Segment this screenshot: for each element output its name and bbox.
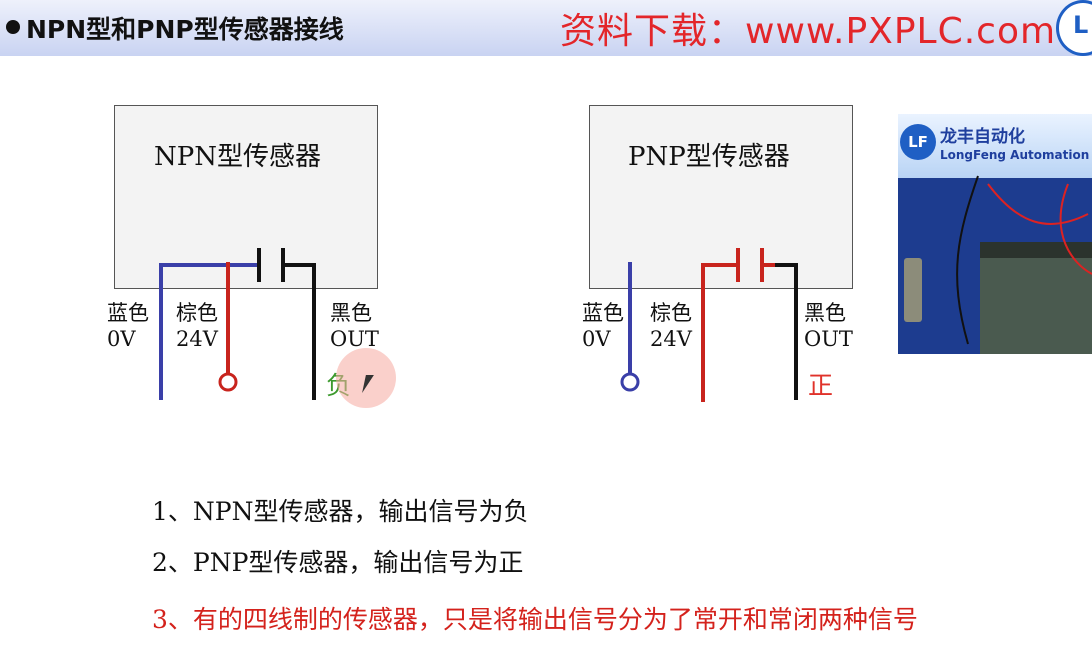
- pnp-black-color-label: 黑色: [804, 301, 846, 325]
- npn-black-wire: [283, 263, 316, 400]
- pnp-blue-value-label: 0V: [582, 327, 611, 351]
- note-four-wire: 3、有的四线制的传感器，只是将输出信号分为了常开和常闭两种信号: [152, 605, 918, 634]
- trainer-photo: LF 龙丰自动化 LongFeng Automation: [898, 114, 1092, 354]
- pnp-brown-color-label: 棕色: [650, 301, 692, 325]
- pnp-brown-wire: [701, 263, 738, 402]
- pnp-black-wire: [775, 263, 798, 400]
- photo-cables: [956, 175, 1092, 345]
- pnp-wiring: [620, 248, 798, 402]
- npn-black-value-label: OUT: [330, 327, 379, 351]
- npn-brown-color-label: 棕色: [176, 301, 218, 325]
- note-npn: 1、NPN型传感器，输出信号为负: [152, 497, 529, 526]
- npn-brown-terminal: [218, 372, 238, 392]
- pnp-black-value-label: OUT: [804, 327, 853, 351]
- pnp-blue-terminal: [620, 372, 640, 392]
- pnp-brown-value-label: 24V: [650, 327, 692, 351]
- npn-black-color-label: 黑色: [330, 301, 372, 325]
- note-pnp: 2、PNP型传感器，输出信号为正: [152, 548, 524, 577]
- npn-brown-value-label: 24V: [176, 327, 218, 351]
- pnp-output-sign: 正: [808, 371, 834, 400]
- npn-blue-value-label: 0V: [107, 327, 136, 351]
- pnp-blue-color-label: 蓝色: [582, 301, 624, 325]
- npn-blue-color-label: 蓝色: [107, 301, 149, 325]
